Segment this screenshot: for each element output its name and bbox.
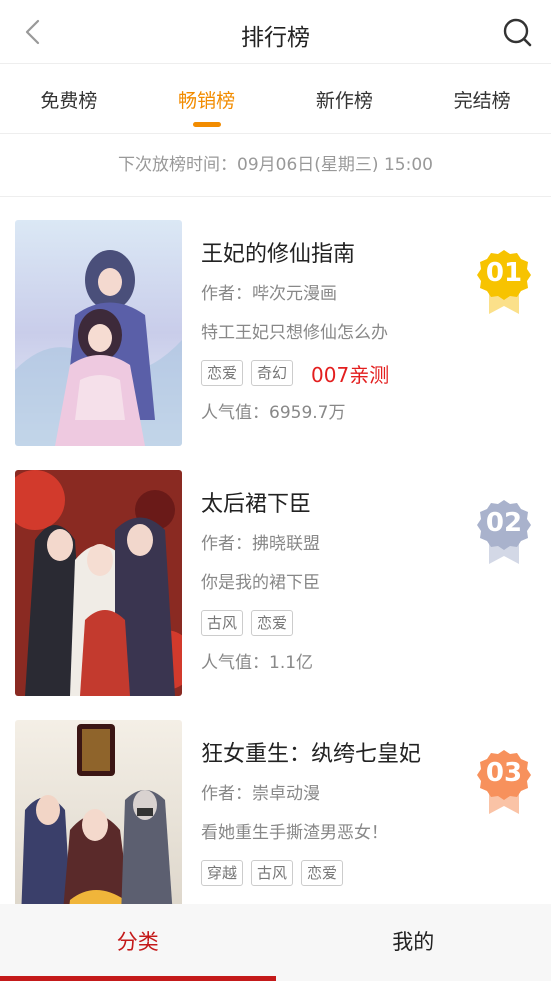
book-description: 特工王妃只想修仙怎么办 [201,323,388,343]
page-title: 排行榜 [241,25,310,51]
tag: 恋爱 [251,610,294,636]
rank-number: 02 [485,508,523,538]
book-title[interactable]: 太后裙下臣 [201,490,461,520]
tag: 穿越 [201,860,244,886]
book-info: 太后裙下臣 作者：拂晓联盟 你是我的裙下臣 古风 恋爱 人气值：1.1亿 [201,470,461,675]
book-description: 你是我的裙下臣 [201,573,320,593]
book-author: 作者：哔次元漫画 [201,284,337,304]
rank-tabs: 免费榜 畅销榜 新作榜 完结榜 [0,64,551,134]
nav-active-indicator [0,976,276,981]
tab-label: 完结榜 [453,90,511,112]
nav-mine[interactable]: 我的 [276,904,551,981]
nav-label: 分类 [116,930,159,954]
book-title[interactable]: 狂女重生：纨绔七皇妃 [201,740,461,770]
tag: 恋爱 [301,860,344,886]
tag: 古风 [251,860,294,886]
promo-text: 007亲测 [311,362,390,387]
book-title[interactable]: 王妃的修仙指南 [201,240,461,270]
book-list: 王妃的修仙指南 作者：哔次元漫画 特工王妃只想修仙怎么办 恋爱 奇幻 007亲测… [0,220,551,970]
tab-active-indicator [192,122,221,127]
book-item[interactable]: 王妃的修仙指南 作者：哔次元漫画 特工王妃只想修仙怎么办 恋爱 奇幻 007亲测… [0,220,551,470]
tag: 恋爱 [201,360,244,386]
rank-number: 03 [485,758,523,788]
rank-badge: 01 [477,248,531,316]
tab-label: 畅销榜 [178,90,236,112]
next-release-notice: 下次放榜时间：09月06日(星期三) 15:00 [0,134,551,197]
tab-new[interactable]: 新作榜 [276,64,414,133]
bottom-nav: 分类 我的 [0,904,551,981]
book-cover[interactable] [15,470,182,696]
book-description: 看她重生手撕渣男恶女！ [201,823,388,843]
tag: 古风 [201,610,244,636]
book-info: 王妃的修仙指南 作者：哔次元漫画 特工王妃只想修仙怎么办 恋爱 奇幻 007亲测… [201,220,461,425]
popularity: 人气值：6959.7万 [201,403,346,423]
nav-label: 我的 [392,930,435,954]
book-tags: 古风 恋爱 [201,609,461,637]
rank-badge: 03 [477,748,531,816]
search-icon[interactable] [501,16,533,48]
book-item[interactable]: 太后裙下臣 作者：拂晓联盟 你是我的裙下臣 古风 恋爱 人气值：1.1亿 02 [0,470,551,720]
book-tags: 恋爱 奇幻 007亲测 [201,359,461,387]
tab-free[interactable]: 免费榜 [0,64,138,133]
book-cover[interactable] [15,220,182,446]
book-author: 作者：拂晓联盟 [201,534,320,554]
tab-label: 免费榜 [40,90,98,112]
tab-completed[interactable]: 完结榜 [413,64,551,133]
popularity: 人气值：1.1亿 [201,653,314,673]
rank-number: 01 [485,258,523,288]
tab-label: 新作榜 [315,90,373,112]
book-info: 狂女重生：纨绔七皇妃 作者：崇卓动漫 看她重生手撕渣男恶女！ 穿越 古风 恋爱 [201,720,461,887]
nav-category[interactable]: 分类 [0,904,276,981]
tab-bestseller[interactable]: 畅销榜 [138,64,276,133]
book-tags: 穿越 古风 恋爱 [201,859,461,887]
rank-badge: 02 [477,498,531,566]
top-bar: 排行榜 [0,0,551,64]
tag: 奇幻 [251,360,294,386]
book-author: 作者：崇卓动漫 [201,784,320,804]
